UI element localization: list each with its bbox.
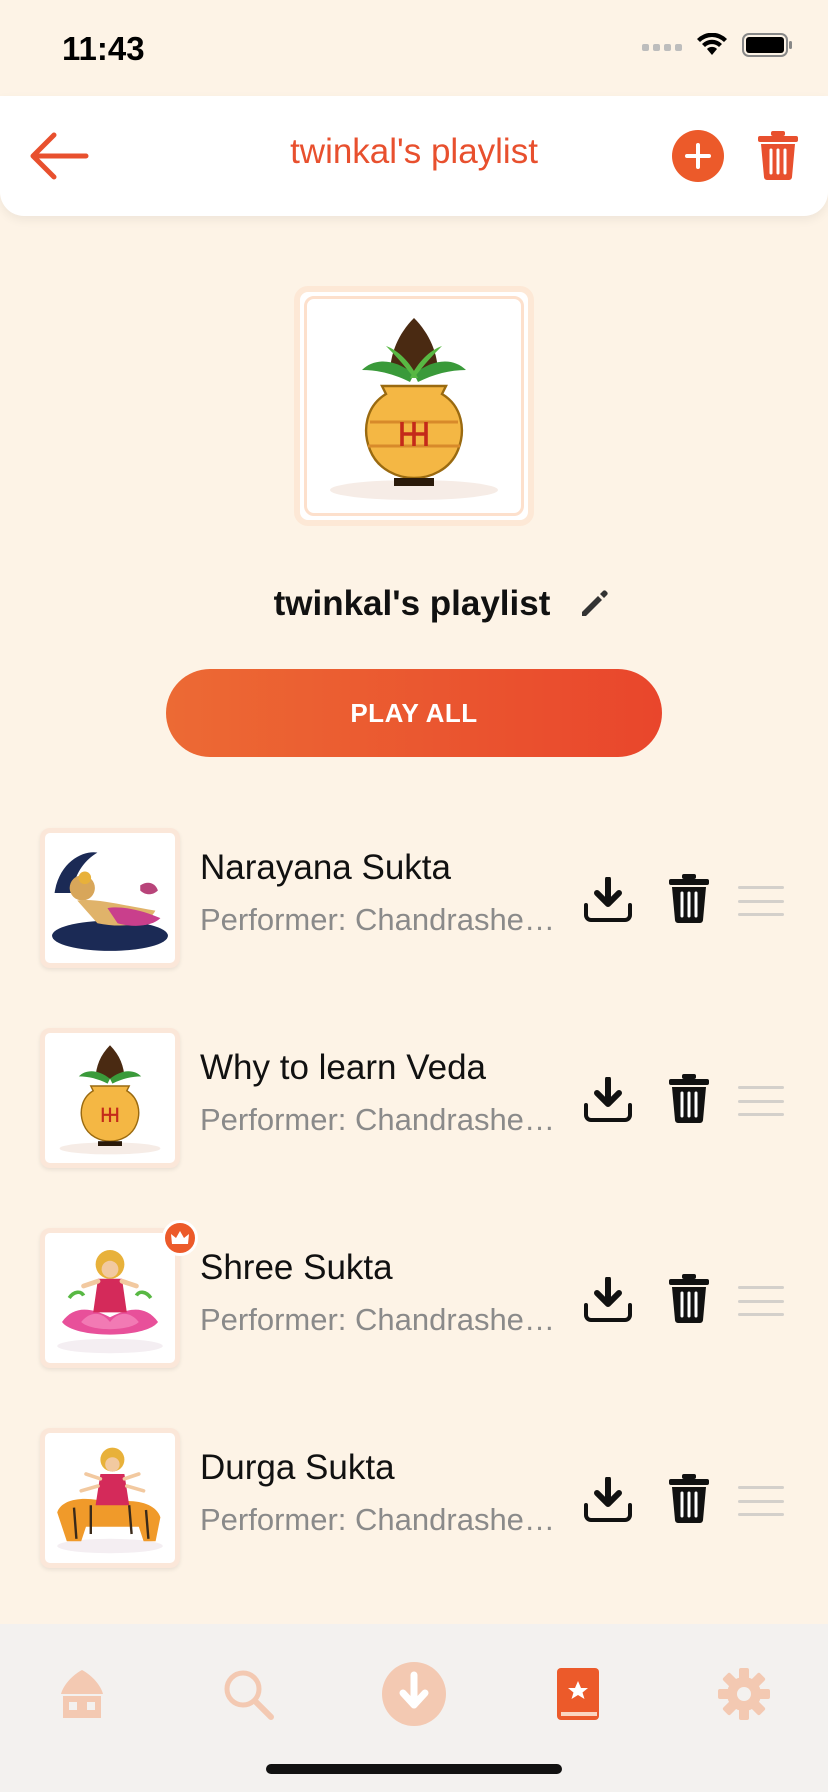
- download-button[interactable]: [580, 1072, 636, 1128]
- track-row[interactable]: Shree Sukta Performer: Chandrashekhar Gh…: [0, 1220, 828, 1368]
- vishnu-art: [52, 852, 168, 951]
- drag-handle[interactable]: [738, 886, 784, 916]
- remove-track-button[interactable]: [664, 1070, 714, 1126]
- kalash-art: [59, 1045, 161, 1155]
- track-title: Durga Sukta: [200, 1448, 395, 1487]
- track-thumbnail: [40, 1428, 180, 1568]
- tab-downloads[interactable]: [374, 1654, 454, 1734]
- download-button[interactable]: [580, 872, 636, 928]
- playlist-name-row: twinkal's playlist: [0, 584, 828, 624]
- lakshmi-art: [57, 1250, 163, 1354]
- premium-crown-badge: [162, 1220, 198, 1256]
- cellular-signal-icon: [642, 44, 682, 51]
- download-button[interactable]: [580, 1472, 636, 1528]
- download-icon: [382, 1662, 446, 1726]
- search-icon: [224, 1670, 274, 1720]
- track-row[interactable]: Why to learn Veda Performer: Chandrashek…: [0, 1026, 828, 1168]
- download-icon: [584, 1477, 632, 1522]
- trash-icon: [669, 874, 709, 923]
- trash-icon: [758, 131, 798, 180]
- edit-name-button[interactable]: [574, 584, 614, 624]
- download-icon: [584, 1277, 632, 1322]
- track-performer: Performer: Chandrashekhar Ghanapathi: [200, 1102, 560, 1137]
- top-bar: twinkal's playlist: [0, 96, 828, 216]
- track-title: Why to learn Veda: [200, 1048, 486, 1087]
- track-title: Shree Sukta: [200, 1248, 393, 1287]
- crown-icon: [171, 1231, 189, 1244]
- track-thumbnail: [40, 828, 180, 968]
- download-icon: [584, 1077, 632, 1122]
- track-row[interactable]: Narayana Sukta Performer: Chandrashekhar…: [0, 826, 828, 968]
- arrow-left-icon: [30, 132, 89, 180]
- tab-home[interactable]: [42, 1654, 122, 1734]
- plus-icon: [685, 143, 711, 169]
- tab-library[interactable]: [538, 1654, 618, 1734]
- drag-handle[interactable]: [738, 1486, 784, 1516]
- track-performer: Performer: Chandrashekhar Ghanapathi: [200, 1302, 560, 1337]
- track-performer: Performer: Chandrashekhar Ghanapathi: [200, 1502, 560, 1537]
- playlist-cover-art: [294, 286, 534, 526]
- remove-track-button[interactable]: [664, 1270, 714, 1326]
- track-thumbnail: [40, 1028, 180, 1168]
- track-row[interactable]: Durga Sukta Performer: Chandrashekhar Gh…: [0, 1426, 828, 1568]
- back-button[interactable]: [26, 126, 92, 186]
- library-book-icon: [557, 1668, 599, 1720]
- download-icon: [584, 877, 632, 922]
- trash-icon: [669, 1274, 709, 1323]
- home-icon: [61, 1670, 103, 1718]
- pencil-icon: [582, 590, 609, 616]
- download-button[interactable]: [580, 1272, 636, 1328]
- playlist-name: twinkal's playlist: [273, 584, 551, 623]
- track-performer: Performer: Chandrashekhar Ghanapathi: [200, 902, 560, 937]
- remove-track-button[interactable]: [664, 870, 714, 926]
- durga-art: [57, 1447, 163, 1554]
- trash-icon: [669, 1474, 709, 1523]
- status-bar: 11:43: [0, 0, 828, 96]
- status-time: 11:43: [62, 30, 145, 67]
- gear-icon: [718, 1668, 770, 1720]
- track-title: Narayana Sukta: [200, 848, 451, 887]
- drag-handle[interactable]: [738, 1286, 784, 1316]
- home-indicator: [266, 1764, 562, 1774]
- add-track-button[interactable]: [672, 130, 724, 182]
- tab-search[interactable]: [208, 1654, 288, 1734]
- drag-handle[interactable]: [738, 1086, 784, 1116]
- tab-settings[interactable]: [704, 1654, 784, 1734]
- track-thumbnail: [40, 1228, 180, 1368]
- trash-icon: [669, 1074, 709, 1123]
- delete-playlist-button[interactable]: [752, 126, 804, 184]
- wifi-icon: [696, 32, 728, 62]
- status-indicators: [642, 32, 794, 63]
- play-all-button[interactable]: PLAY ALL: [166, 669, 662, 757]
- battery-icon: [742, 32, 794, 63]
- kalash-art: [304, 296, 524, 516]
- remove-track-button[interactable]: [664, 1470, 714, 1526]
